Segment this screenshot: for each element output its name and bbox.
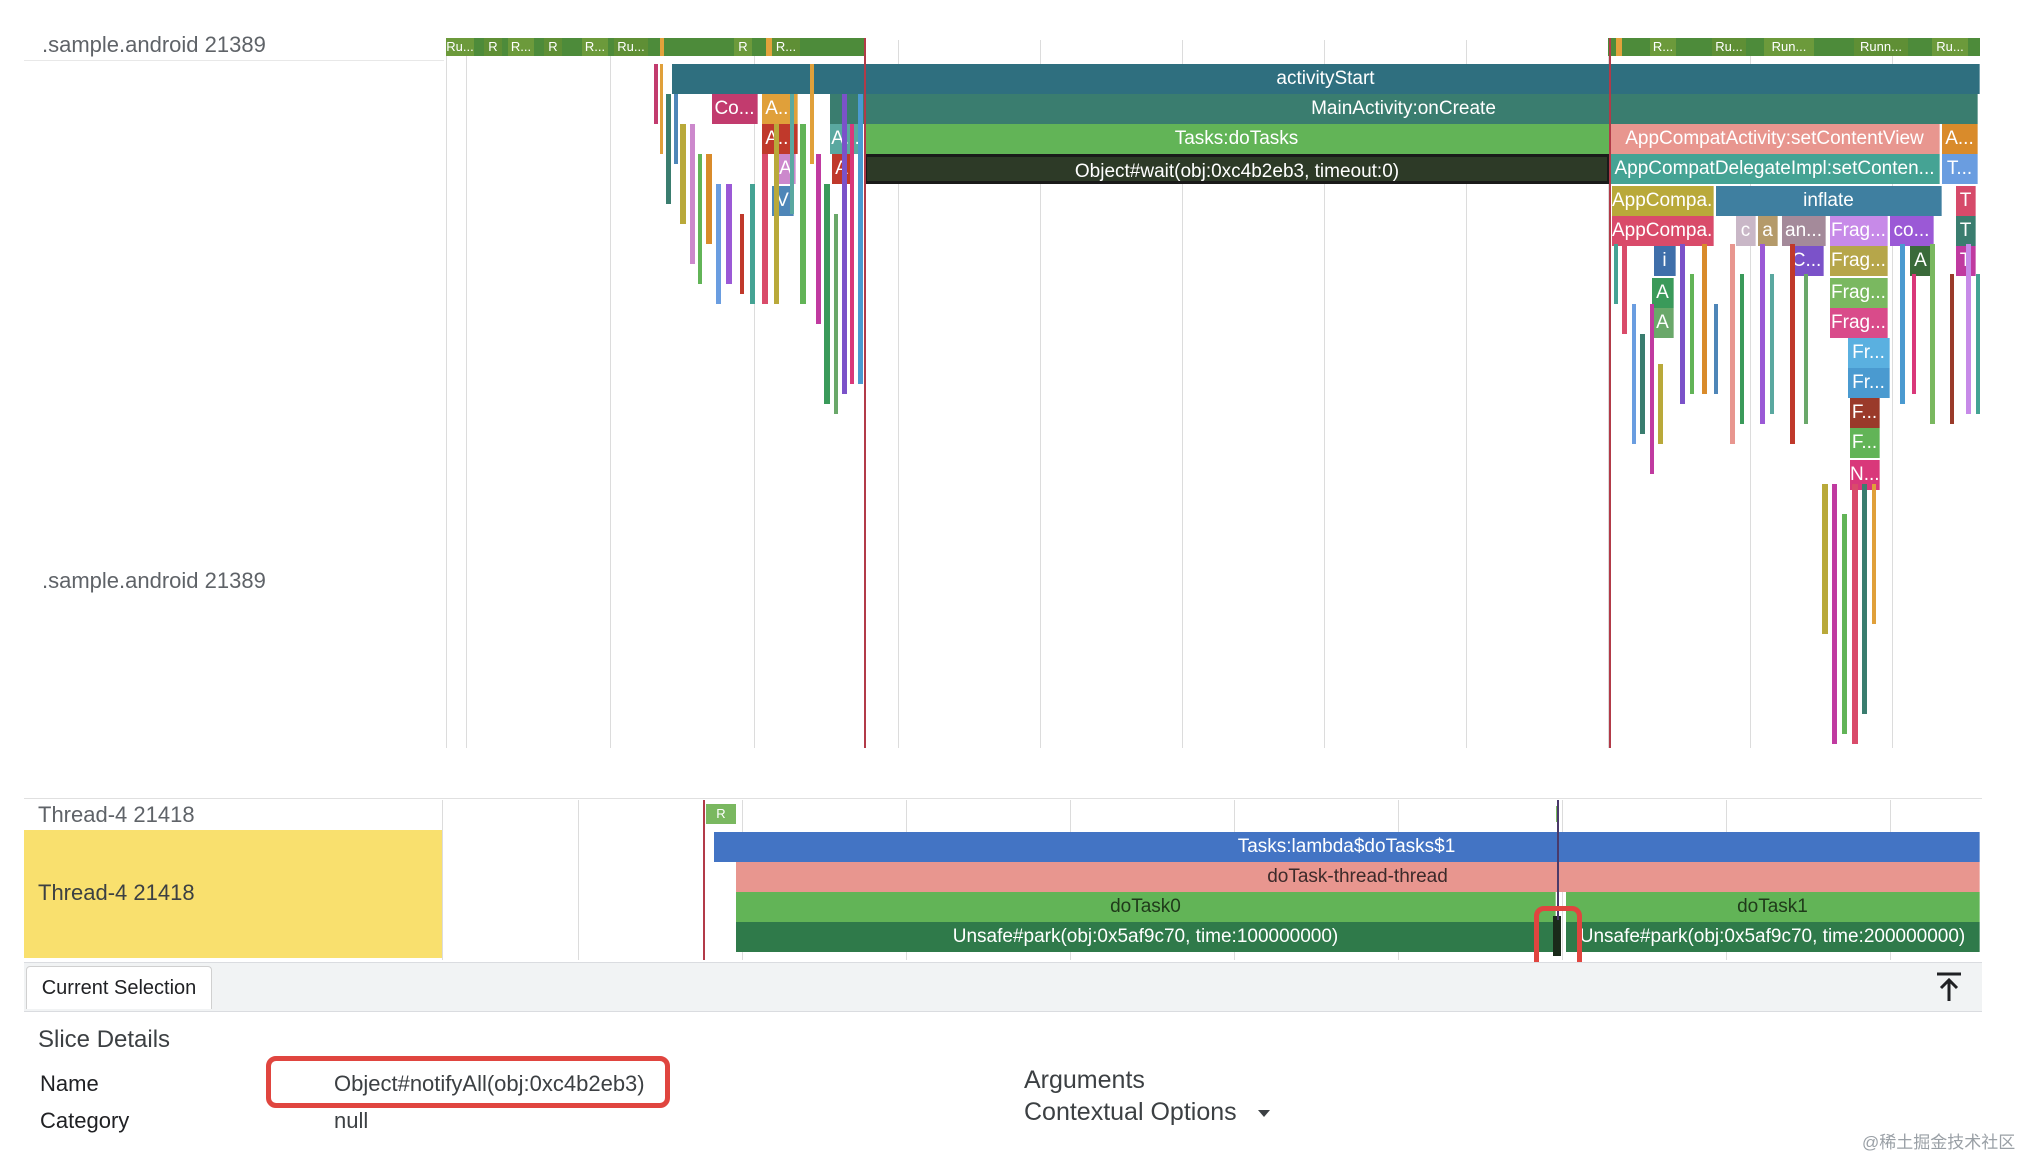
slice-an[interactable]: an... bbox=[1782, 216, 1826, 246]
thread-state[interactable]: Ru... bbox=[446, 38, 474, 56]
contextual-options-label: Contextual Options bbox=[1024, 1098, 1237, 1126]
slice-appcompa-2[interactable]: AppCompa... bbox=[1612, 216, 1714, 246]
slice-do-task0[interactable]: doTask0 bbox=[736, 892, 1556, 922]
annotation-box-name bbox=[266, 1056, 670, 1108]
thread-state[interactable]: R... bbox=[582, 38, 608, 56]
flow-line bbox=[1609, 38, 1611, 748]
arguments-label: Arguments bbox=[1024, 1066, 1145, 1094]
slice-T-2[interactable]: T bbox=[1956, 216, 1976, 246]
slice-do-task-thread[interactable]: doTask-thread-thread bbox=[736, 862, 1980, 892]
slice-appcompat-set-content-view[interactable]: AppCompatActivity:setContentView bbox=[1610, 124, 1940, 154]
flow-line-thread bbox=[703, 800, 705, 960]
gridline bbox=[466, 40, 467, 748]
thread-state[interactable]: Runn... bbox=[1854, 38, 1908, 56]
slice-details-title: Slice Details bbox=[38, 1026, 171, 1053]
slice-delegate-set-content[interactable]: AppCompatDelegateImpl:setConten... bbox=[1610, 154, 1940, 184]
flame-fragments-left bbox=[654, 64, 863, 414]
state-accent bbox=[1616, 38, 1622, 56]
category-value: null bbox=[334, 1108, 369, 1133]
slice-frag-1[interactable]: Frag... bbox=[1830, 216, 1888, 246]
gridline bbox=[578, 800, 579, 960]
slice-c[interactable]: c bbox=[1736, 216, 1756, 246]
flame-fragments-right bbox=[1614, 244, 1980, 744]
gridline bbox=[442, 800, 443, 960]
thread-state[interactable]: Run... bbox=[1764, 38, 1814, 56]
thread-track-label: Thread-4 21418 bbox=[38, 802, 195, 827]
thread-state[interactable]: Ru... bbox=[1712, 38, 1746, 56]
thread-state[interactable]: Ru... bbox=[1932, 38, 1968, 56]
thread-state[interactable]: R... bbox=[1650, 38, 1676, 56]
slice-T-1[interactable]: T bbox=[1956, 186, 1976, 216]
process-track-label-2: .sample.android 21389 bbox=[42, 568, 266, 593]
thread-state[interactable]: R... bbox=[772, 38, 800, 56]
state-accent bbox=[660, 38, 664, 56]
name-label: Name bbox=[40, 1071, 99, 1096]
flow-line-thread-2 bbox=[1557, 800, 1559, 920]
chevron-down-icon bbox=[1257, 1109, 1270, 1117]
slice-appcompa-1[interactable]: AppCompa... bbox=[1612, 186, 1714, 216]
slice-a-right[interactable]: A... bbox=[1942, 124, 1978, 154]
thread-state[interactable]: R bbox=[734, 38, 752, 56]
slice-do-task1[interactable]: doTask1 bbox=[1566, 892, 1980, 922]
thread-state[interactable]: Ru... bbox=[614, 38, 648, 56]
thread-state-running[interactable]: R bbox=[706, 804, 736, 824]
thread-track-divider bbox=[24, 798, 1982, 799]
thread-state[interactable]: R... bbox=[508, 38, 534, 56]
details-tab-bar bbox=[24, 962, 1982, 1012]
slice-unsafe-park-2[interactable]: Unsafe#park(obj:0x5af9c70, time:20000000… bbox=[1566, 922, 1980, 952]
slice-tasks-lambda[interactable]: Tasks:lambda$doTasks$1 bbox=[714, 832, 1980, 862]
slice-a-lower[interactable]: a bbox=[1758, 216, 1778, 246]
slice-unsafe-park-1[interactable]: Unsafe#park(obj:0x5af9c70, time:10000000… bbox=[736, 922, 1556, 952]
thread-track-label-2: Thread-4 21418 bbox=[38, 880, 195, 905]
process-track-label: .sample.android 21389 bbox=[42, 32, 266, 57]
contextual-options-dropdown[interactable]: Contextual Options bbox=[1024, 1098, 1270, 1127]
gridline bbox=[610, 40, 611, 748]
collapse-panel-icon[interactable] bbox=[1932, 970, 1966, 1004]
slice-co-right[interactable]: co... bbox=[1890, 216, 1934, 246]
gridline bbox=[446, 40, 447, 748]
slice-object-wait[interactable]: Object#wait(obj:0xc4b2eb3, timeout:0) bbox=[864, 154, 1610, 184]
thread-state[interactable]: R bbox=[484, 38, 502, 56]
slice-t-right[interactable]: T... bbox=[1942, 154, 1978, 184]
slice-tasks-do-tasks[interactable]: Tasks:doTasks bbox=[864, 124, 1610, 154]
watermark: @稀土掘金技术社区 bbox=[1862, 1133, 2016, 1152]
track-divider bbox=[24, 60, 444, 61]
flow-line bbox=[864, 38, 866, 748]
category-label: Category bbox=[40, 1108, 130, 1133]
thread-state[interactable]: R bbox=[544, 38, 562, 56]
state-accent bbox=[766, 38, 772, 56]
slice-main-activity-on-create[interactable]: MainActivity:onCreate bbox=[830, 94, 1978, 124]
slice-inflate[interactable]: inflate bbox=[1716, 186, 1942, 216]
tab-current-selection[interactable]: Current Selection bbox=[26, 966, 212, 1009]
